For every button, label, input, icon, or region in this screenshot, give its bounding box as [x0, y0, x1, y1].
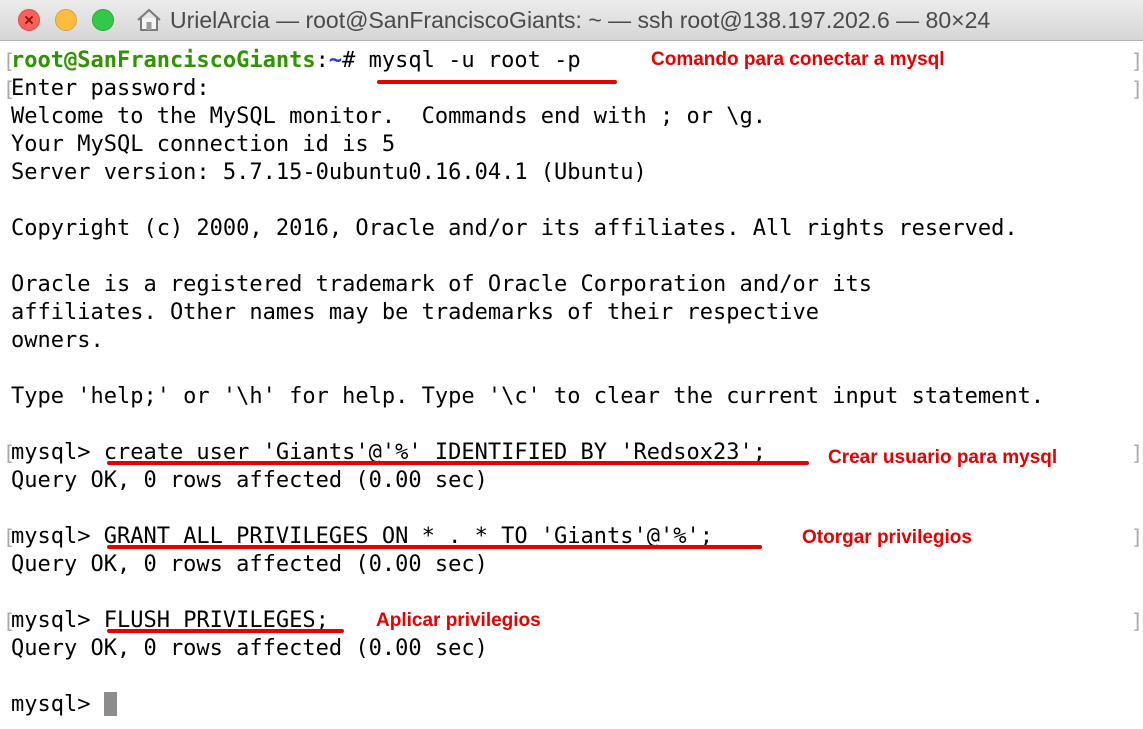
output-copyright: Copyright (c) 2000, 2016, Oracle and/or …: [11, 216, 1018, 241]
output-trademark-3: owners.: [11, 328, 104, 353]
flush-underline: [107, 629, 344, 633]
final-prompt-line[interactable]: mysql>: [11, 691, 117, 719]
output-welcome: Welcome to the MySQL monitor. Commands e…: [11, 104, 766, 129]
home-folder-icon: [137, 8, 161, 31]
annotation-create-user: Crear usuario para mysql: [828, 447, 1058, 468]
terminal-window: UrielArcia — root@SanFranciscoGiants: ~ …: [0, 0, 1143, 729]
query-ok-create: Query OK, 0 rows affected (0.00 sec): [11, 468, 488, 493]
mysql-prompt: mysql>: [11, 440, 104, 465]
mysql-prompt: mysql>: [11, 608, 104, 633]
text-cursor: [103, 692, 117, 716]
output-enter-password: Enter password:: [11, 76, 210, 101]
maximize-window-button[interactable]: [92, 9, 114, 31]
output-trademark-1: Oracle is a registered trademark of Orac…: [11, 272, 872, 297]
query-ok-grant: Query OK, 0 rows affected (0.00 sec): [11, 552, 488, 577]
output-help-hint: Type 'help;' or '\h' for help. Type '\c'…: [11, 384, 1045, 409]
line-marker-bracket: ]: [1131, 77, 1143, 101]
line-marker-bracket: ]: [1131, 609, 1143, 633]
annotation-connect: Comando para conectar a mysql: [651, 49, 945, 70]
mysql-prompt: mysql>: [11, 692, 104, 717]
output-connection-id: Your MySQL connection id is 5: [11, 132, 396, 157]
line-marker-bracket: ]: [1131, 441, 1143, 465]
prompt-path: ~: [328, 48, 343, 73]
terminal-content[interactable]: [ root@SanFranciscoGiants:~# mysql -u ro…: [0, 41, 1143, 729]
prompt-separator: :: [315, 48, 329, 73]
close-window-button[interactable]: [18, 9, 40, 31]
create-user-underline: [107, 461, 809, 465]
query-ok-flush: Query OK, 0 rows affected (0.00 sec): [11, 636, 488, 661]
minimize-window-button[interactable]: [55, 9, 77, 31]
output-server-version: Server version: 5.7.15-0ubuntu0.16.04.1 …: [11, 160, 647, 185]
prompt-user: root@SanFranciscoGiants: [11, 48, 316, 73]
prompt-hash: #: [342, 48, 369, 73]
window-title: UrielArcia — root@SanFranciscoGiants: ~ …: [170, 6, 991, 33]
output-trademark-2: affiliates. Other names may be trademark…: [11, 300, 819, 325]
connect-command-underline: [377, 80, 617, 84]
connect-command: mysql -u root -p: [368, 48, 581, 73]
title-bar[interactable]: UrielArcia — root@SanFranciscoGiants: ~ …: [0, 0, 1143, 41]
line-marker-bracket: ]: [1131, 525, 1143, 549]
shell-prompt-line: root@SanFranciscoGiants:~# mysql -u root…: [11, 47, 581, 75]
annotation-grant: Otorgar privilegios: [802, 527, 972, 548]
annotation-flush: Aplicar privilegios: [376, 610, 541, 631]
line-marker-bracket: ]: [1131, 49, 1143, 73]
window-title-group: UrielArcia — root@SanFranciscoGiants: ~ …: [136, 0, 990, 40]
grant-underline: [107, 545, 762, 549]
mysql-prompt: mysql>: [11, 524, 104, 549]
